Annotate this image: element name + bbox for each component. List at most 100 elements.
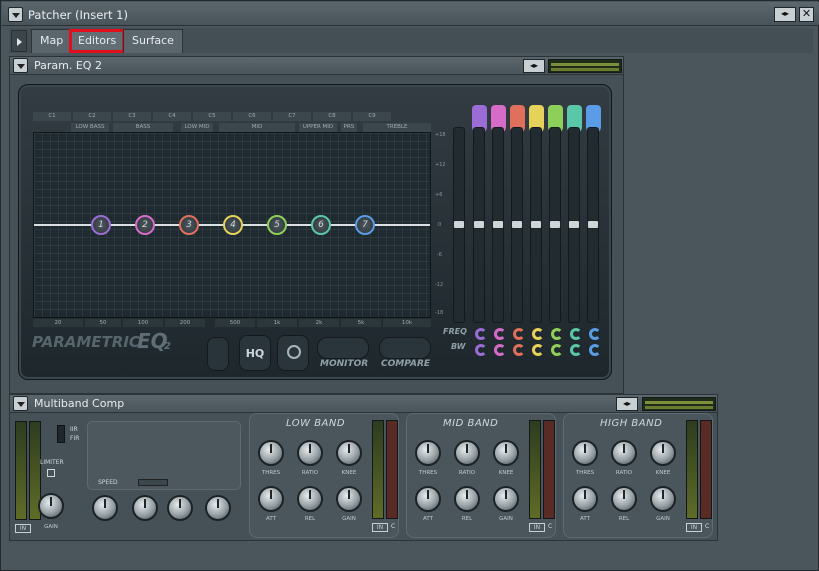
close-button[interactable]: ✕	[799, 7, 814, 22]
band-1-bw-knob[interactable]	[475, 344, 487, 356]
eq-graph[interactable]: 1 2 3 4 5 6 7	[33, 132, 431, 318]
ratio-label: RATIO	[458, 470, 476, 476]
band-5-freq-knob[interactable]	[551, 328, 563, 340]
eq-nav-button[interactable]: ◂▸	[523, 59, 545, 73]
band-7-bw-knob[interactable]	[589, 344, 601, 356]
band-1-gain-slider[interactable]	[473, 127, 485, 323]
slider-thumb[interactable]	[453, 220, 465, 229]
high-gain-knob[interactable]	[650, 486, 676, 512]
eq-node-1[interactable]: 1	[91, 215, 111, 235]
crossover-knob-3[interactable]	[167, 495, 193, 521]
eq-node-6[interactable]: 6	[311, 215, 331, 235]
eq-node-2[interactable]: 2	[135, 215, 155, 235]
in-button[interactable]: IN	[15, 524, 31, 533]
mb-level-meter	[642, 397, 716, 411]
mid-thres-knob[interactable]	[415, 440, 441, 466]
band-header: C9	[353, 112, 391, 121]
master-gain-slider[interactable]	[453, 127, 465, 323]
band-2-bw-knob[interactable]	[494, 344, 506, 356]
high-rel-knob[interactable]	[611, 486, 637, 512]
low-in-button[interactable]: IN	[372, 523, 388, 532]
crossover-knob-2[interactable]	[132, 495, 158, 521]
crossover-knob-4[interactable]	[205, 495, 231, 521]
low-knee-knob[interactable]	[336, 440, 362, 466]
mid-rel-knob[interactable]	[454, 486, 480, 512]
band-4-freq-knob[interactable]	[532, 328, 544, 340]
gain-label: GAIN	[44, 524, 58, 530]
eq-node-7[interactable]: 7	[355, 215, 375, 235]
band-2-gain-slider[interactable]	[492, 127, 504, 323]
band-6-bw-knob[interactable]	[570, 344, 582, 356]
compare-toggle[interactable]	[379, 337, 431, 359]
band-1-freq-knob[interactable]	[475, 328, 487, 340]
speed-slider[interactable]	[138, 479, 168, 486]
high-band-title: HIGH BAND	[600, 418, 663, 429]
knee-label: KNEE	[655, 470, 671, 476]
eq-menu-button[interactable]	[13, 58, 28, 73]
input-meter-l	[15, 421, 27, 520]
slider-thumb[interactable]	[568, 220, 580, 229]
band-6-gain-slider[interactable]	[568, 127, 580, 323]
band-3-gain-slider[interactable]	[511, 127, 523, 323]
slider-thumb[interactable]	[587, 220, 599, 229]
window-menu-button[interactable]	[8, 7, 23, 22]
iir-fir-switch[interactable]	[57, 425, 65, 443]
crossover-knob-1[interactable]	[92, 495, 118, 521]
slider-thumb[interactable]	[492, 220, 504, 229]
slider-thumb[interactable]	[549, 220, 561, 229]
mid-att-knob[interactable]	[415, 486, 441, 512]
slider-thumb[interactable]	[511, 220, 523, 229]
eq-node-5[interactable]: 5	[267, 215, 287, 235]
band-7-gain-slider[interactable]	[587, 127, 599, 323]
low-ratio-knob[interactable]	[297, 440, 323, 466]
high-in-button[interactable]: IN	[686, 523, 702, 532]
high-meter-l	[686, 420, 698, 519]
hq-button[interactable]: HQ	[239, 335, 271, 371]
band-header: C3	[113, 112, 151, 121]
bypass-button[interactable]	[207, 337, 229, 371]
band-name: TREBLE	[363, 123, 431, 132]
mid-ratio-knob[interactable]	[454, 440, 480, 466]
high-knee-knob[interactable]	[650, 440, 676, 466]
monitor-toggle[interactable]	[317, 337, 369, 359]
high-att-knob[interactable]	[572, 486, 598, 512]
tab-editors[interactable]: Editors	[69, 29, 126, 53]
band-7-freq-knob[interactable]	[589, 328, 601, 340]
band-4-gain-slider[interactable]	[530, 127, 542, 323]
band-5-bw-knob[interactable]	[551, 344, 563, 356]
band-5-gain-slider[interactable]	[549, 127, 561, 323]
mid-band-title: MID BAND	[443, 418, 499, 429]
limiter-checkbox[interactable]	[47, 469, 55, 477]
slider-thumb[interactable]	[530, 220, 542, 229]
mid-in-button[interactable]: IN	[529, 523, 545, 532]
band-3-freq-knob[interactable]	[513, 328, 525, 340]
expand-arrow-icon[interactable]	[11, 30, 27, 52]
tab-map[interactable]: Map	[31, 29, 73, 53]
slider-thumb[interactable]	[473, 220, 485, 229]
eq-node-3[interactable]: 3	[179, 215, 199, 235]
mid-gain-knob[interactable]	[493, 486, 519, 512]
thres-label: THRES	[575, 470, 595, 476]
band-4-bw-knob[interactable]	[532, 344, 544, 356]
low-gain-knob[interactable]	[336, 486, 362, 512]
high-thres-knob[interactable]	[572, 440, 598, 466]
mid-knee-knob[interactable]	[493, 440, 519, 466]
check-button[interactable]	[277, 335, 309, 371]
low-rel-knob[interactable]	[297, 486, 323, 512]
band-6-freq-knob[interactable]	[570, 328, 582, 340]
low-thres-knob[interactable]	[258, 440, 284, 466]
high-band-section: HIGH BAND THRES RATIO KNEE ATT REL GAIN …	[563, 413, 713, 538]
att-label: ATT	[580, 516, 590, 522]
master-gain-knob[interactable]	[38, 493, 64, 519]
mb-panel-header: Multiband Comp ◂▸	[10, 395, 717, 413]
detach-button[interactable]: ◂▸	[774, 7, 796, 22]
eq-node-4[interactable]: 4	[223, 215, 243, 235]
band-3-bw-knob[interactable]	[513, 344, 525, 356]
high-ratio-knob[interactable]	[611, 440, 637, 466]
mb-nav-button[interactable]: ◂▸	[616, 397, 638, 411]
low-c-label: C	[391, 523, 396, 530]
low-att-knob[interactable]	[258, 486, 284, 512]
band-2-freq-knob[interactable]	[494, 328, 506, 340]
mb-menu-button[interactable]	[13, 396, 28, 411]
tab-surface[interactable]: Surface	[123, 29, 183, 53]
